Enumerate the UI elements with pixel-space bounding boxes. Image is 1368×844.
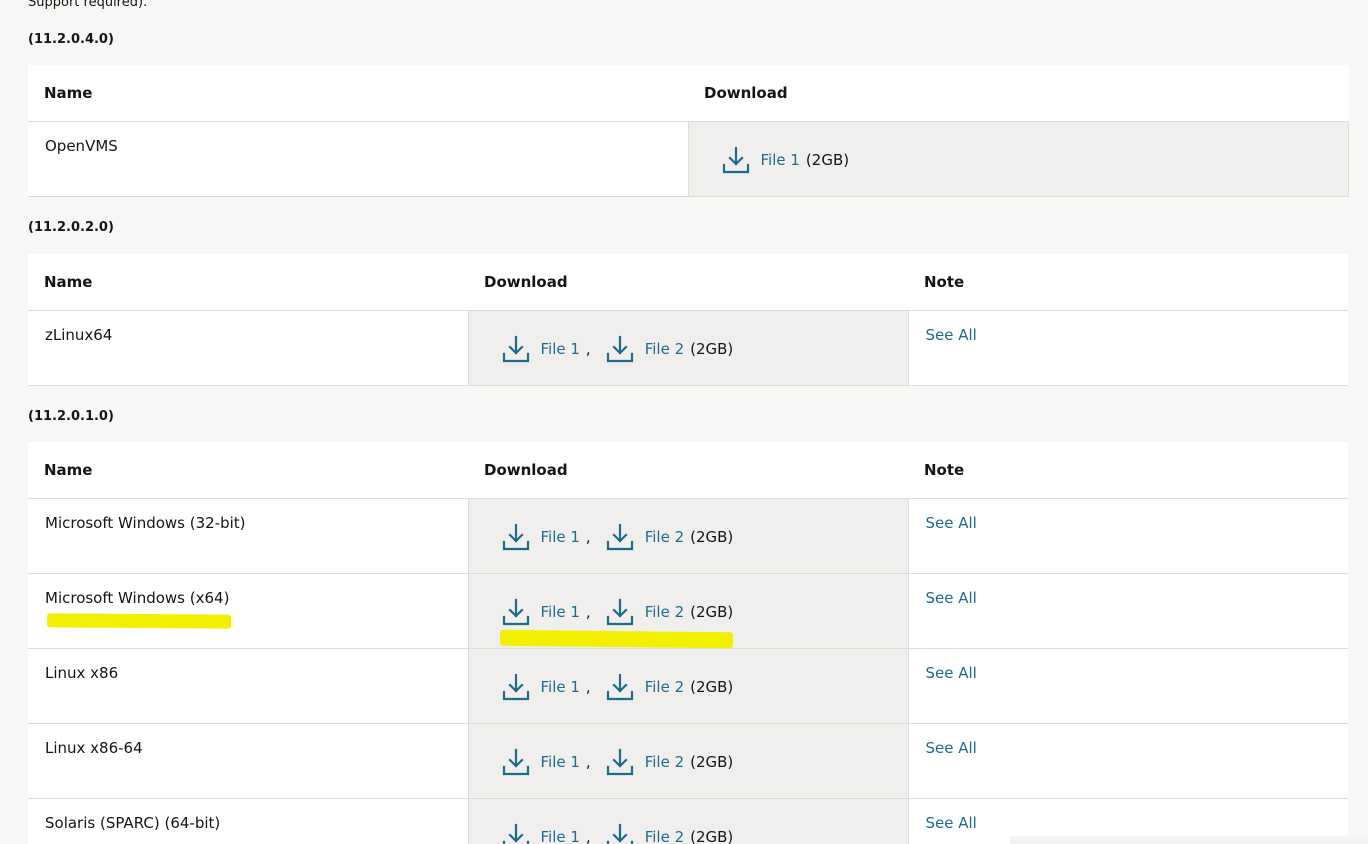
file-1-link[interactable]: File 1 (541, 828, 580, 844)
file-size: (2GB) (690, 602, 734, 621)
platform-name: Linux x86-64 (28, 723, 468, 799)
file-2-link[interactable]: File 2 (645, 603, 684, 621)
download-icon[interactable] (501, 334, 531, 364)
download-icon[interactable] (605, 334, 635, 364)
download-icon[interactable] (605, 597, 635, 627)
column-header-download: Download (468, 254, 908, 311)
column-header-note: Note (908, 254, 1348, 311)
note-cell: See All (908, 648, 1348, 724)
see-all-link[interactable]: See All (926, 664, 977, 682)
highlight-mark-download (499, 629, 734, 649)
download-cell: File 1 (2GB) (687, 121, 1349, 197)
file-2-link[interactable]: File 2 (645, 678, 684, 696)
separator: , (585, 752, 591, 771)
download-icon[interactable] (721, 145, 751, 175)
download-icon[interactable] (501, 522, 531, 552)
table-row: Linux x86 File 1 , File 2 (2GB) See All (28, 648, 1348, 724)
table-row: zLinux64 File 1 , File 2 (2GB) See All (28, 310, 1348, 386)
separator: , (585, 527, 591, 546)
note-cell: See All (908, 498, 1348, 574)
column-header-download: Download (688, 65, 1348, 122)
see-all-link[interactable]: See All (926, 589, 977, 607)
download-icon[interactable] (605, 747, 635, 777)
download-icon[interactable] (501, 672, 531, 702)
file-size: (2GB) (805, 150, 850, 169)
file-1-link[interactable]: File 1 (541, 753, 580, 771)
see-all-link[interactable]: See All (926, 326, 977, 344)
column-header-note: Note (908, 442, 1348, 499)
download-icon[interactable] (501, 822, 531, 844)
bottom-shadow (1010, 836, 1368, 844)
download-table-11204: Name Download OpenVMS File 1 (2GB) (28, 65, 1349, 197)
download-icon[interactable] (605, 672, 635, 702)
note-cell: See All (908, 573, 1348, 649)
file-1-link[interactable]: File 1 (541, 528, 580, 546)
file-size: (2GB) (690, 752, 734, 771)
separator: , (585, 827, 591, 844)
table-row: Linux x86-64 File 1 , File 2 (2GB) See A… (28, 723, 1348, 799)
separator: , (585, 602, 591, 621)
table-header-row: Name Download Note (28, 254, 1348, 311)
see-all-link[interactable]: See All (926, 514, 977, 532)
download-icon[interactable] (605, 822, 635, 844)
platform-name: Microsoft Windows (x64) (28, 573, 468, 649)
highlight-mark-name (46, 613, 232, 629)
column-header-name: Name (28, 254, 468, 311)
platform-name: OpenVMS (28, 121, 688, 197)
file-1-link[interactable]: File 1 (541, 340, 580, 358)
table-row: Microsoft Windows (32-bit) File 1 , File… (28, 498, 1348, 574)
note-cell: See All (908, 723, 1348, 799)
column-header-download: Download (468, 442, 908, 499)
download-cell: File 1 , File 2 (2GB) (467, 798, 909, 844)
file-2-link[interactable]: File 2 (645, 528, 684, 546)
file-2-link[interactable]: File 2 (645, 340, 684, 358)
file-1-link[interactable]: File 1 (541, 603, 580, 621)
download-cell: File 1 , File 2 (2GB) (467, 498, 909, 574)
file-size: (2GB) (690, 527, 734, 546)
top-note: Support required). (28, 0, 148, 10)
download-cell: File 1 , File 2 (2GB) (467, 310, 909, 386)
platform-name: zLinux64 (28, 310, 468, 386)
column-header-name: Name (28, 65, 688, 122)
see-all-link[interactable]: See All (926, 739, 977, 757)
table-header-row: Name Download Note (28, 442, 1348, 499)
download-icon[interactable] (501, 597, 531, 627)
file-size: (2GB) (690, 677, 734, 696)
file-1-link[interactable]: File 1 (541, 678, 580, 696)
column-header-name: Name (28, 442, 468, 499)
separator: , (585, 677, 591, 696)
download-cell: File 1 , File 2 (2GB) (467, 648, 909, 724)
file-size: (2GB) (690, 827, 734, 844)
file-size: (2GB) (690, 339, 734, 358)
version-heading-11201: (11.2.0.1.0) (28, 409, 114, 424)
file-2-link[interactable]: File 2 (645, 753, 684, 771)
separator: , (585, 339, 591, 358)
version-heading-11202: (11.2.0.2.0) (28, 220, 114, 235)
download-cell: File 1 , File 2 (2GB) (467, 723, 909, 799)
table-row: OpenVMS File 1 (2GB) (28, 121, 1349, 197)
file-2-link[interactable]: File 2 (645, 828, 684, 844)
file-1-link[interactable]: File 1 (761, 151, 800, 169)
version-heading-11204: (11.2.0.4.0) (28, 32, 114, 47)
see-all-link[interactable]: See All (926, 814, 977, 832)
platform-name: Linux x86 (28, 648, 468, 724)
table-header-row: Name Download (28, 65, 1348, 122)
platform-name: Solaris (SPARC) (64-bit) (28, 798, 468, 844)
download-icon[interactable] (501, 747, 531, 777)
note-cell: See All (908, 310, 1348, 386)
platform-name: Microsoft Windows (32-bit) (28, 498, 468, 574)
download-icon[interactable] (605, 522, 635, 552)
download-table-11202: Name Download Note zLinux64 File 1 , Fil… (28, 254, 1348, 386)
page: Support required). (11.2.0.4.0) Name Dow… (0, 0, 1368, 844)
